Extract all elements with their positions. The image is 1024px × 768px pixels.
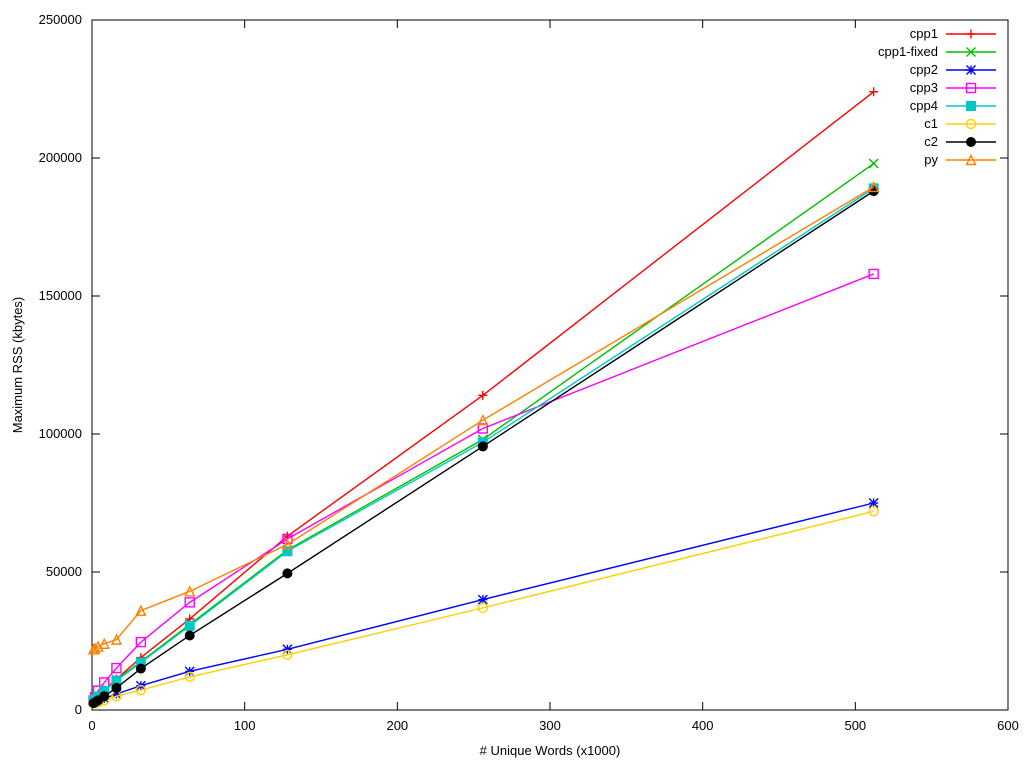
series-cpp2 bbox=[89, 499, 878, 706]
chart-container: 0 100 200 300 400 500 600 0 50000 100000 150000 200… bbox=[0, 0, 1024, 768]
svg-text:50000: 50000 bbox=[46, 564, 82, 579]
series-cpp3 bbox=[89, 269, 878, 705]
svg-text:600: 600 bbox=[997, 718, 1019, 733]
y-axis-label: Maximum RSS (kbytes) bbox=[10, 297, 25, 434]
legend bbox=[946, 30, 996, 165]
svg-text:cpp3: cpp3 bbox=[910, 80, 938, 95]
series-cpp1-fixed bbox=[89, 159, 878, 705]
series-c1 bbox=[89, 507, 878, 708]
svg-text:250000: 250000 bbox=[39, 12, 82, 27]
svg-text:cpp4: cpp4 bbox=[910, 98, 938, 113]
svg-text:200000: 200000 bbox=[39, 150, 82, 165]
svg-text:100: 100 bbox=[234, 718, 256, 733]
svg-text:c1: c1 bbox=[924, 116, 938, 131]
line-chart: 0 100 200 300 400 500 600 0 50000 100000 150000 200… bbox=[0, 0, 1024, 768]
svg-text:0: 0 bbox=[88, 718, 95, 733]
svg-text:400: 400 bbox=[692, 718, 714, 733]
svg-text:c2: c2 bbox=[924, 134, 938, 149]
svg-text:py: py bbox=[924, 152, 938, 167]
svg-text:200: 200 bbox=[386, 718, 408, 733]
svg-text:150000: 150000 bbox=[39, 288, 82, 303]
svg-text:500: 500 bbox=[844, 718, 866, 733]
x-axis-label: # Unique Words (x1000) bbox=[480, 743, 621, 758]
svg-text:0: 0 bbox=[75, 702, 82, 717]
svg-text:cpp1-fixed: cpp1-fixed bbox=[878, 44, 938, 59]
series-py bbox=[89, 182, 878, 653]
svg-text:300: 300 bbox=[539, 718, 561, 733]
svg-text:cpp1: cpp1 bbox=[910, 26, 938, 41]
svg-text:cpp2: cpp2 bbox=[910, 62, 938, 77]
series-c2 bbox=[89, 187, 878, 708]
svg-text:100000: 100000 bbox=[39, 426, 82, 441]
